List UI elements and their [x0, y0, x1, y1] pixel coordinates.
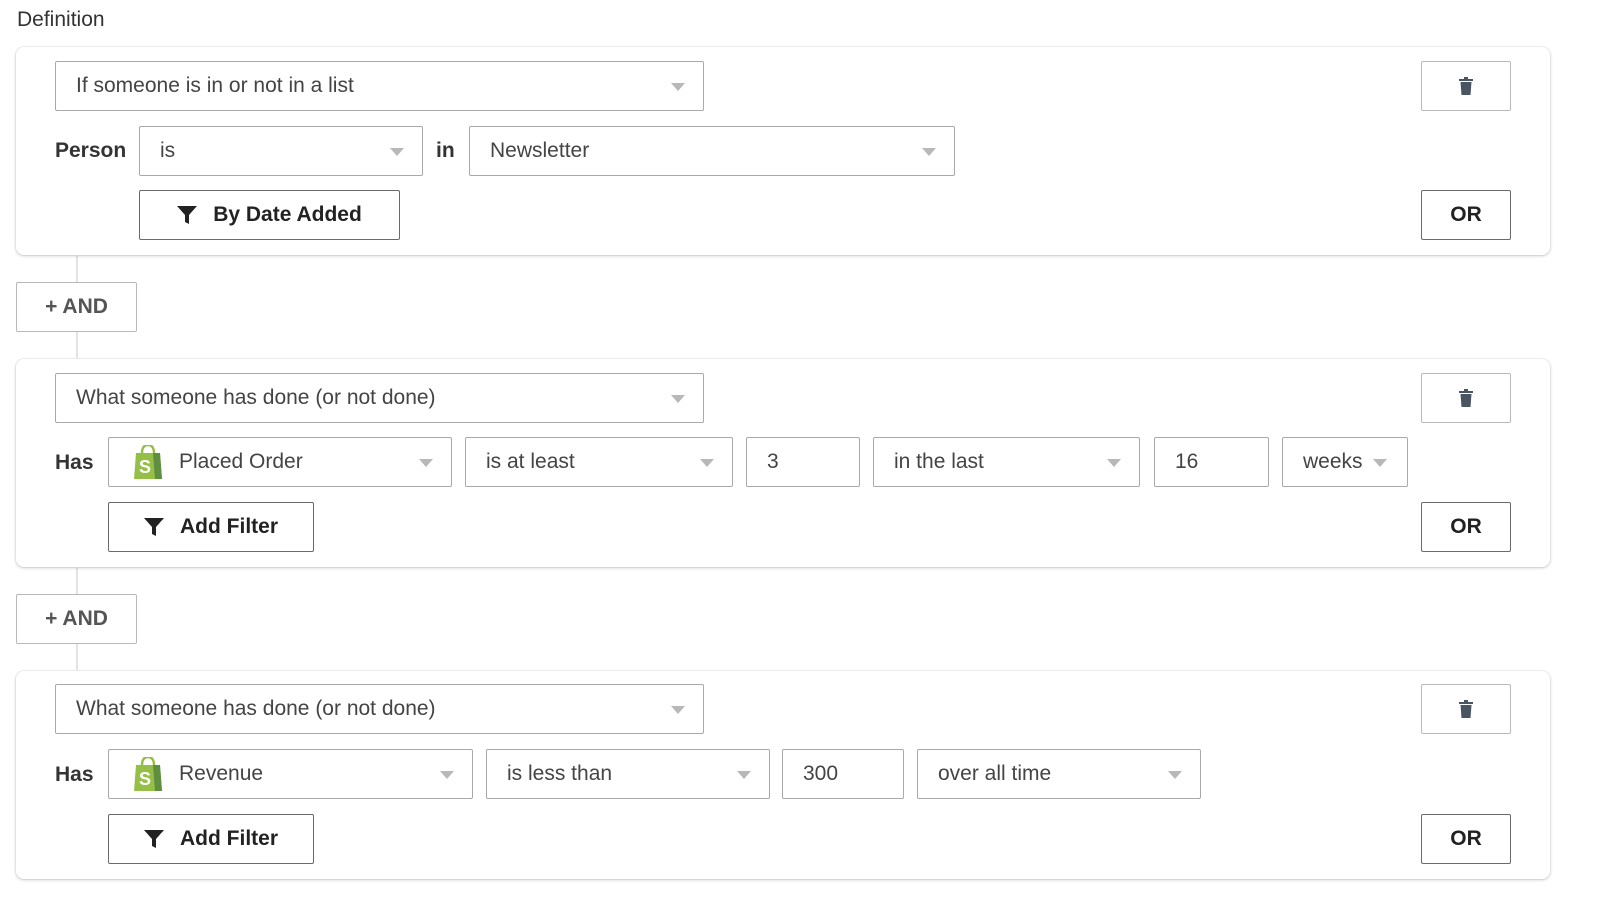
metric-select[interactable]: S Placed Order: [108, 437, 452, 487]
condition-type-value: What someone has done (or not done): [76, 386, 436, 409]
comparison-value: is at least: [486, 450, 575, 473]
chevron-down-icon: [671, 706, 685, 714]
comparison-select[interactable]: is at least: [465, 437, 733, 487]
or-label: OR: [1450, 827, 1482, 850]
condition-type-value: If someone is in or not in a list: [76, 74, 354, 97]
count-value: 3: [767, 450, 779, 473]
person-operator-value: is: [160, 139, 176, 162]
delete-condition-button[interactable]: [1421, 373, 1511, 423]
section-title: Definition: [17, 8, 105, 31]
condition-type-select[interactable]: What someone has done (or not done): [55, 684, 704, 734]
comparison-value: is less than: [507, 762, 613, 785]
chevron-down-icon: [419, 459, 433, 467]
shopify-icon: S: [133, 445, 163, 479]
add-filter-button[interactable]: Add Filter: [108, 502, 314, 552]
amount-value: 300: [803, 762, 839, 785]
comparison-select[interactable]: is less than: [486, 749, 770, 799]
or-button[interactable]: OR: [1421, 502, 1511, 552]
list-select[interactable]: Newsletter: [469, 126, 955, 176]
trash-icon: [1459, 389, 1473, 407]
add-filter-label: Add Filter: [180, 827, 278, 850]
list-value: Newsletter: [490, 139, 590, 162]
in-label: in: [436, 139, 455, 162]
metric-value: Placed Order: [179, 450, 303, 473]
count-input[interactable]: 3: [746, 437, 860, 487]
or-label: OR: [1450, 515, 1482, 538]
metric-select[interactable]: S Revenue: [108, 749, 473, 799]
or-button[interactable]: OR: [1421, 190, 1511, 240]
timeframe-value: in the last: [894, 450, 984, 473]
row-label: Has: [55, 451, 94, 474]
chevron-down-icon: [700, 459, 714, 467]
filter-icon: [144, 517, 164, 537]
timeframe-select[interactable]: in the last: [873, 437, 1140, 487]
timeframe-select[interactable]: over all time: [917, 749, 1201, 799]
or-button[interactable]: OR: [1421, 814, 1511, 864]
condition-block-1: If someone is in or not in a list Person…: [16, 47, 1550, 255]
row-label: Has: [55, 763, 94, 786]
svg-text:S: S: [139, 769, 151, 789]
add-and-button[interactable]: + AND: [16, 282, 137, 332]
row-label: Person: [55, 139, 127, 162]
condition-block-2: What someone has done (or not done) Has …: [16, 359, 1550, 567]
condition-type-value: What someone has done (or not done): [76, 697, 436, 720]
chevron-down-icon: [1373, 459, 1387, 467]
condition-block-3: What someone has done (or not done) Has …: [16, 671, 1550, 879]
add-filter-label: Add Filter: [180, 515, 278, 538]
add-filter-button[interactable]: Add Filter: [108, 814, 314, 864]
delete-condition-button[interactable]: [1421, 61, 1511, 111]
timeframe-value: over all time: [938, 762, 1052, 785]
trash-icon: [1459, 77, 1473, 95]
and-label: + AND: [45, 295, 108, 318]
chevron-down-icon: [440, 771, 454, 779]
timeframe-number: 16: [1175, 450, 1199, 473]
condition-type-select[interactable]: What someone has done (or not done): [55, 373, 704, 423]
chevron-down-icon: [922, 148, 936, 156]
trash-icon: [1459, 700, 1473, 718]
delete-condition-button[interactable]: [1421, 684, 1511, 734]
chevron-down-icon: [737, 771, 751, 779]
person-operator-select[interactable]: is: [139, 126, 423, 176]
condition-type-select[interactable]: If someone is in or not in a list: [55, 61, 704, 111]
chevron-down-icon: [390, 148, 404, 156]
metric-value: Revenue: [179, 762, 264, 785]
chevron-down-icon: [671, 395, 685, 403]
amount-input[interactable]: 300: [782, 749, 904, 799]
by-date-added-button[interactable]: By Date Added: [139, 190, 400, 240]
and-label: + AND: [45, 607, 108, 630]
chevron-down-icon: [671, 83, 685, 91]
or-label: OR: [1450, 203, 1482, 226]
timeframe-value-input[interactable]: 16: [1154, 437, 1269, 487]
filter-icon: [177, 205, 198, 225]
add-and-button[interactable]: + AND: [16, 594, 137, 644]
svg-text:S: S: [139, 457, 151, 477]
chevron-down-icon: [1107, 459, 1121, 467]
shopify-icon: S: [133, 757, 163, 791]
filter-icon: [144, 829, 164, 849]
timeframe-unit-value: weeks: [1303, 450, 1363, 473]
timeframe-unit-select[interactable]: weeks: [1282, 437, 1408, 487]
chevron-down-icon: [1168, 771, 1182, 779]
by-date-added-label: By Date Added: [213, 203, 362, 226]
